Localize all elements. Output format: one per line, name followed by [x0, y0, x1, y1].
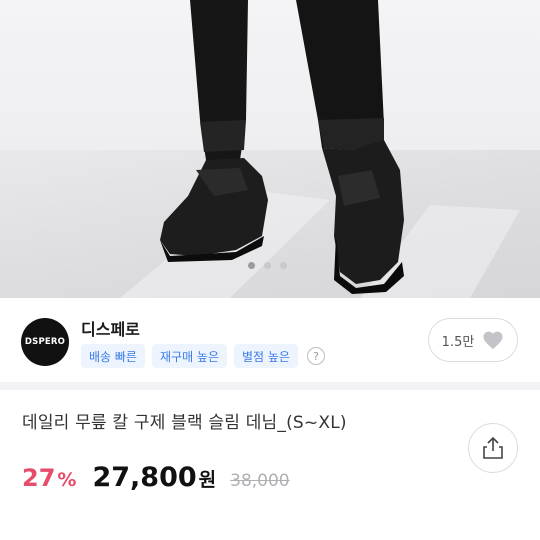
discount-rate: 27% — [22, 464, 77, 492]
like-count: 1.5만 — [441, 334, 475, 350]
badge-high-repurchase: 재구매 높은 — [151, 344, 227, 368]
seller-badges: 배송 빠른 재구매 높은 별점 높은 ? — [81, 344, 325, 368]
share-icon — [483, 436, 503, 459]
seller-logo[interactable]: DSPERO — [21, 318, 69, 366]
help-icon[interactable]: ? — [306, 347, 325, 365]
badge-fast-shipping: 배송 빠른 — [81, 344, 145, 368]
product-photo-illustration — [120, 0, 520, 298]
currency-label: 원 — [198, 469, 217, 491]
share-button[interactable] — [468, 423, 518, 473]
like-button[interactable]: 1.5만 — [428, 318, 518, 362]
heart-icon — [483, 331, 503, 350]
section-divider — [0, 382, 540, 390]
seller-name[interactable]: 디스페로 — [81, 316, 140, 340]
carousel-dot-2[interactable] — [264, 262, 271, 269]
carousel-indicator — [248, 262, 287, 269]
sale-price: 27,800 — [92, 462, 197, 493]
carousel-dot-3[interactable] — [280, 262, 287, 269]
badge-high-rating: 별점 높은 — [234, 344, 298, 368]
product-image[interactable] — [0, 0, 540, 298]
original-price: 38,000 — [230, 471, 290, 491]
product-title: 데일리 무릎 칼 구제 블랙 슬림 데님_(S~XL) — [22, 413, 347, 433]
price-row: 27% 27,800 원 38,000 — [22, 462, 290, 498]
carousel-dot-1[interactable] — [248, 262, 255, 269]
